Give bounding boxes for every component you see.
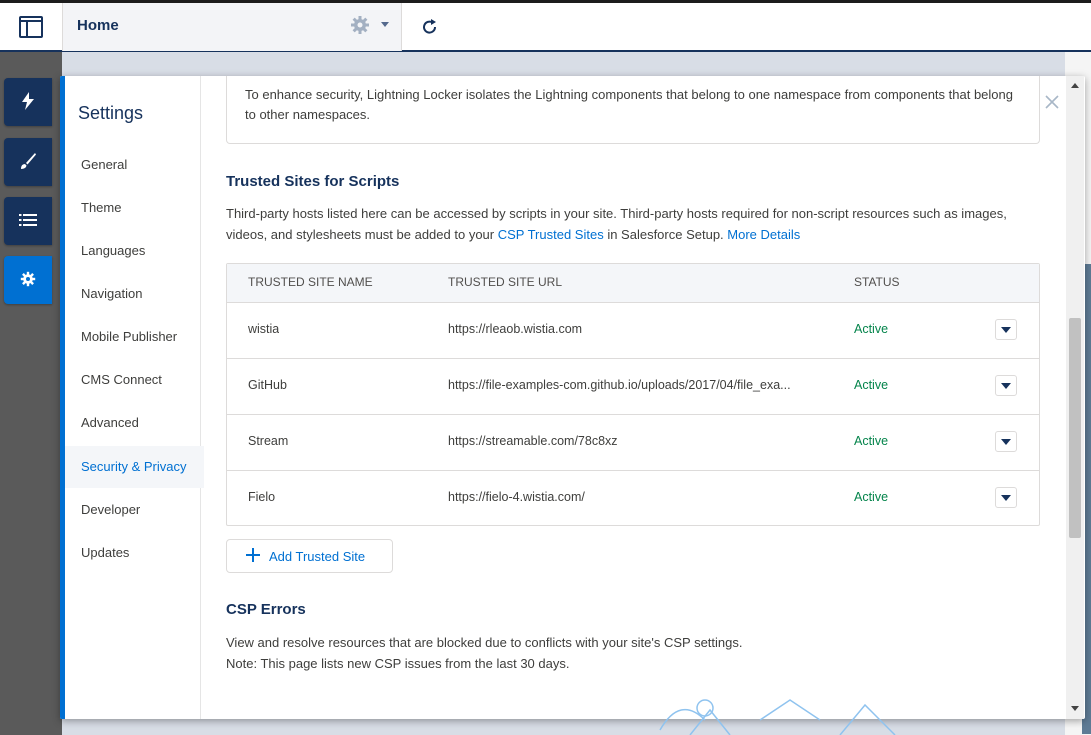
chevron-down-icon xyxy=(1001,382,1011,389)
csp-errors-heading: CSP Errors xyxy=(226,601,306,618)
site-name: GitHub xyxy=(248,378,287,392)
locker-description: To enhance security, Lightning Locker is… xyxy=(245,87,1013,122)
scroll-down-icon[interactable] xyxy=(1071,706,1079,711)
table-row: wistia https://rleaob.wistia.com Active xyxy=(227,302,1039,359)
rail-button-theme[interactable] xyxy=(4,138,52,186)
scroll-up-icon[interactable] xyxy=(1071,83,1079,88)
nav-item-theme[interactable]: Theme xyxy=(65,187,204,229)
table-row: Fielo https://fielo-4.wistia.com/ Active xyxy=(227,470,1039,526)
rail-button-components[interactable] xyxy=(4,78,52,126)
trusted-sites-heading: Trusted Sites for Scripts xyxy=(226,173,400,190)
chevron-down-icon[interactable] xyxy=(381,22,389,27)
trusted-desc-text-2: in Salesforce Setup. xyxy=(603,227,728,242)
site-url: https://streamable.com/78c8xz xyxy=(448,434,618,448)
page-selector[interactable]: Home xyxy=(62,3,402,51)
row-actions-button[interactable] xyxy=(995,319,1017,340)
site-name: wistia xyxy=(248,322,280,336)
refresh-icon[interactable] xyxy=(418,15,442,39)
csp-errors-note: Note: This page lists new CSP issues fro… xyxy=(226,656,570,671)
site-url: https://file-examples-com.github.io/uplo… xyxy=(448,378,791,392)
row-actions-button[interactable] xyxy=(995,487,1017,508)
status-badge: Active xyxy=(854,322,889,336)
settings-nav: Settings General Theme Languages Navigat… xyxy=(65,76,204,719)
rail-button-page-structure[interactable] xyxy=(4,197,52,245)
brush-icon xyxy=(19,152,37,173)
nav-item-cms-connect[interactable]: CMS Connect xyxy=(65,359,204,401)
page-title: Home xyxy=(77,17,119,34)
chevron-down-icon xyxy=(1001,438,1011,445)
site-url: https://fielo-4.wistia.com/ xyxy=(448,490,585,504)
locker-info-box: To enhance security, Lightning Locker is… xyxy=(226,76,1040,144)
gear-icon xyxy=(20,271,36,290)
nav-item-mobile-publisher[interactable]: Mobile Publisher xyxy=(65,316,204,358)
trusted-sites-table: TRUSTED SITE NAME TRUSTED SITE URL STATU… xyxy=(226,263,1040,526)
modal-scrollbar[interactable] xyxy=(1066,76,1084,719)
site-name: Fielo xyxy=(248,490,276,504)
status-badge: Active xyxy=(854,434,889,448)
list-icon xyxy=(19,213,37,230)
trusted-sites-description: Third-party hosts listed here can be acc… xyxy=(226,203,1046,245)
column-header-url: TRUSTED SITE URL xyxy=(448,275,563,289)
site-name: Stream xyxy=(248,434,289,448)
csp-errors-description: View and resolve resources that are bloc… xyxy=(226,635,743,650)
chevron-down-icon xyxy=(1001,326,1011,333)
gear-icon[interactable] xyxy=(350,15,370,38)
site-url: https://rleaob.wistia.com xyxy=(448,322,583,336)
nav-item-navigation[interactable]: Navigation xyxy=(65,273,204,315)
nav-item-languages[interactable]: Languages xyxy=(65,230,204,272)
nav-item-advanced[interactable]: Advanced xyxy=(65,402,204,444)
rail-button-settings[interactable] xyxy=(4,256,52,304)
table-row: GitHub https://file-examples-com.github.… xyxy=(227,358,1039,415)
row-actions-button[interactable] xyxy=(995,431,1017,452)
decorative-illustration xyxy=(659,699,896,735)
nav-item-general[interactable]: General xyxy=(65,144,204,186)
plus-icon xyxy=(246,548,260,565)
close-icon[interactable] xyxy=(1043,93,1061,111)
nav-item-security-privacy[interactable]: Security & Privacy xyxy=(65,446,204,488)
row-actions-button[interactable] xyxy=(995,375,1017,396)
column-header-name: TRUSTED SITE NAME xyxy=(248,275,373,289)
settings-content: To enhance security, Lightning Locker is… xyxy=(200,76,1066,719)
settings-modal: Settings General Theme Languages Navigat… xyxy=(60,76,1085,719)
nav-item-updates[interactable]: Updates xyxy=(65,532,204,574)
add-trusted-site-button[interactable]: Add Trusted Site xyxy=(226,539,393,573)
status-badge: Active xyxy=(854,378,889,392)
table-row: Stream https://streamable.com/78c8xz Act… xyxy=(227,414,1039,471)
table-header: TRUSTED SITE NAME TRUSTED SITE URL STATU… xyxy=(227,264,1039,303)
settings-title: Settings xyxy=(78,103,144,123)
column-header-status: STATUS xyxy=(854,275,900,289)
status-badge: Active xyxy=(854,490,889,504)
more-details-link[interactable]: More Details xyxy=(727,227,800,242)
layout-icon[interactable] xyxy=(0,3,62,51)
scroll-thumb[interactable] xyxy=(1069,318,1081,538)
csp-trusted-sites-link[interactable]: CSP Trusted Sites xyxy=(498,227,604,242)
chevron-down-icon xyxy=(1001,494,1011,501)
nav-item-developer[interactable]: Developer xyxy=(65,489,204,531)
builder-header: Home xyxy=(0,0,1091,52)
add-trusted-site-label: Add Trusted Site xyxy=(269,549,366,564)
lightning-icon xyxy=(21,91,35,113)
